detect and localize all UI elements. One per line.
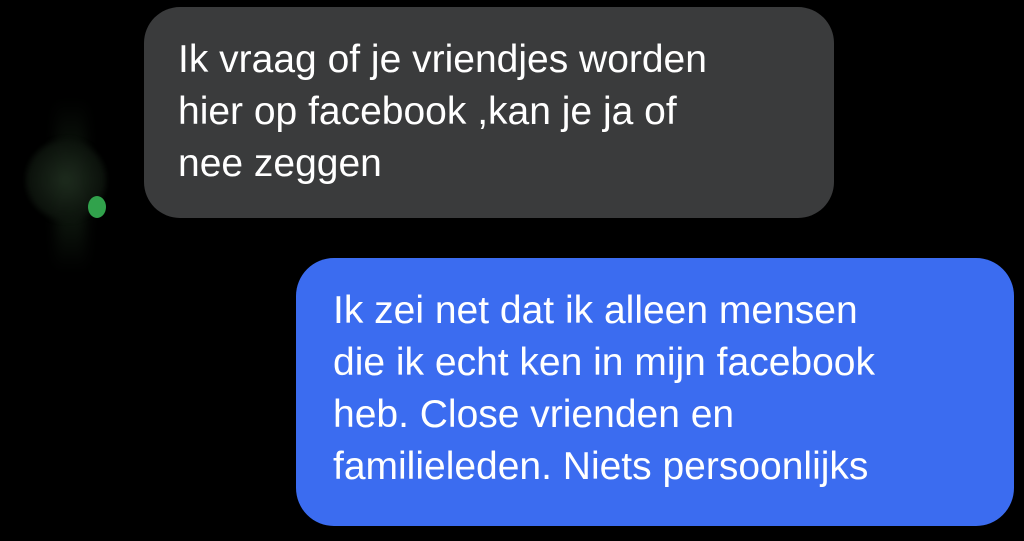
incoming-message-bubble[interactable]: Ik vraag of je vriendjes worden hier op …: [144, 7, 834, 218]
online-status-icon: [88, 196, 106, 218]
outgoing-message-bubble[interactable]: Ik zei net dat ik alleen mensen die ik e…: [296, 258, 1014, 526]
chat-screen: Ik vraag of je vriendjes worden hier op …: [0, 0, 1024, 541]
